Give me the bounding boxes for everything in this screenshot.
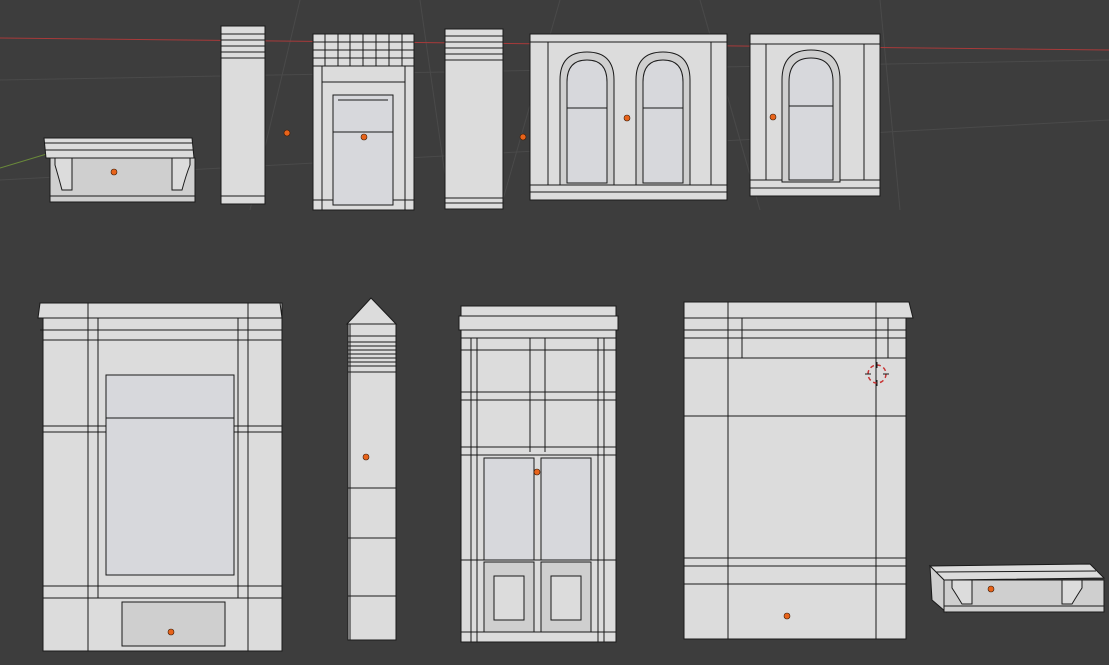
large-storefront-panel[interactable] (37, 302, 283, 652)
doorway-frame-top[interactable] (312, 33, 415, 211)
bracketed-ledge-bottom[interactable] (928, 563, 1106, 614)
double-door-frame[interactable] (458, 305, 619, 643)
single-arched-window-wall[interactable] (749, 33, 881, 197)
object-origin-dot (110, 168, 118, 176)
object-origin-dot (167, 628, 175, 636)
object-origin-dot (623, 114, 631, 122)
double-arched-window-wall[interactable] (529, 33, 728, 201)
bracketed-ledge-top[interactable] (43, 137, 196, 203)
wide-pilaster-top[interactable] (444, 28, 527, 210)
large-wall-panel[interactable] (683, 301, 914, 640)
object-origin-dot (283, 129, 291, 137)
narrow-pilaster-top[interactable] (220, 25, 291, 205)
object-origin-dot (519, 133, 527, 141)
3d-viewport[interactable] (0, 0, 1109, 665)
object-origin-dot (533, 468, 541, 476)
object-origin-dot (360, 133, 368, 141)
object-origin-dot (987, 585, 995, 593)
obelisk-column[interactable] (345, 297, 398, 641)
viewport-canvas[interactable] (0, 0, 1109, 665)
object-origin-dot (769, 113, 777, 121)
object-origin-dot (362, 453, 370, 461)
object-origin-dot (783, 612, 791, 620)
